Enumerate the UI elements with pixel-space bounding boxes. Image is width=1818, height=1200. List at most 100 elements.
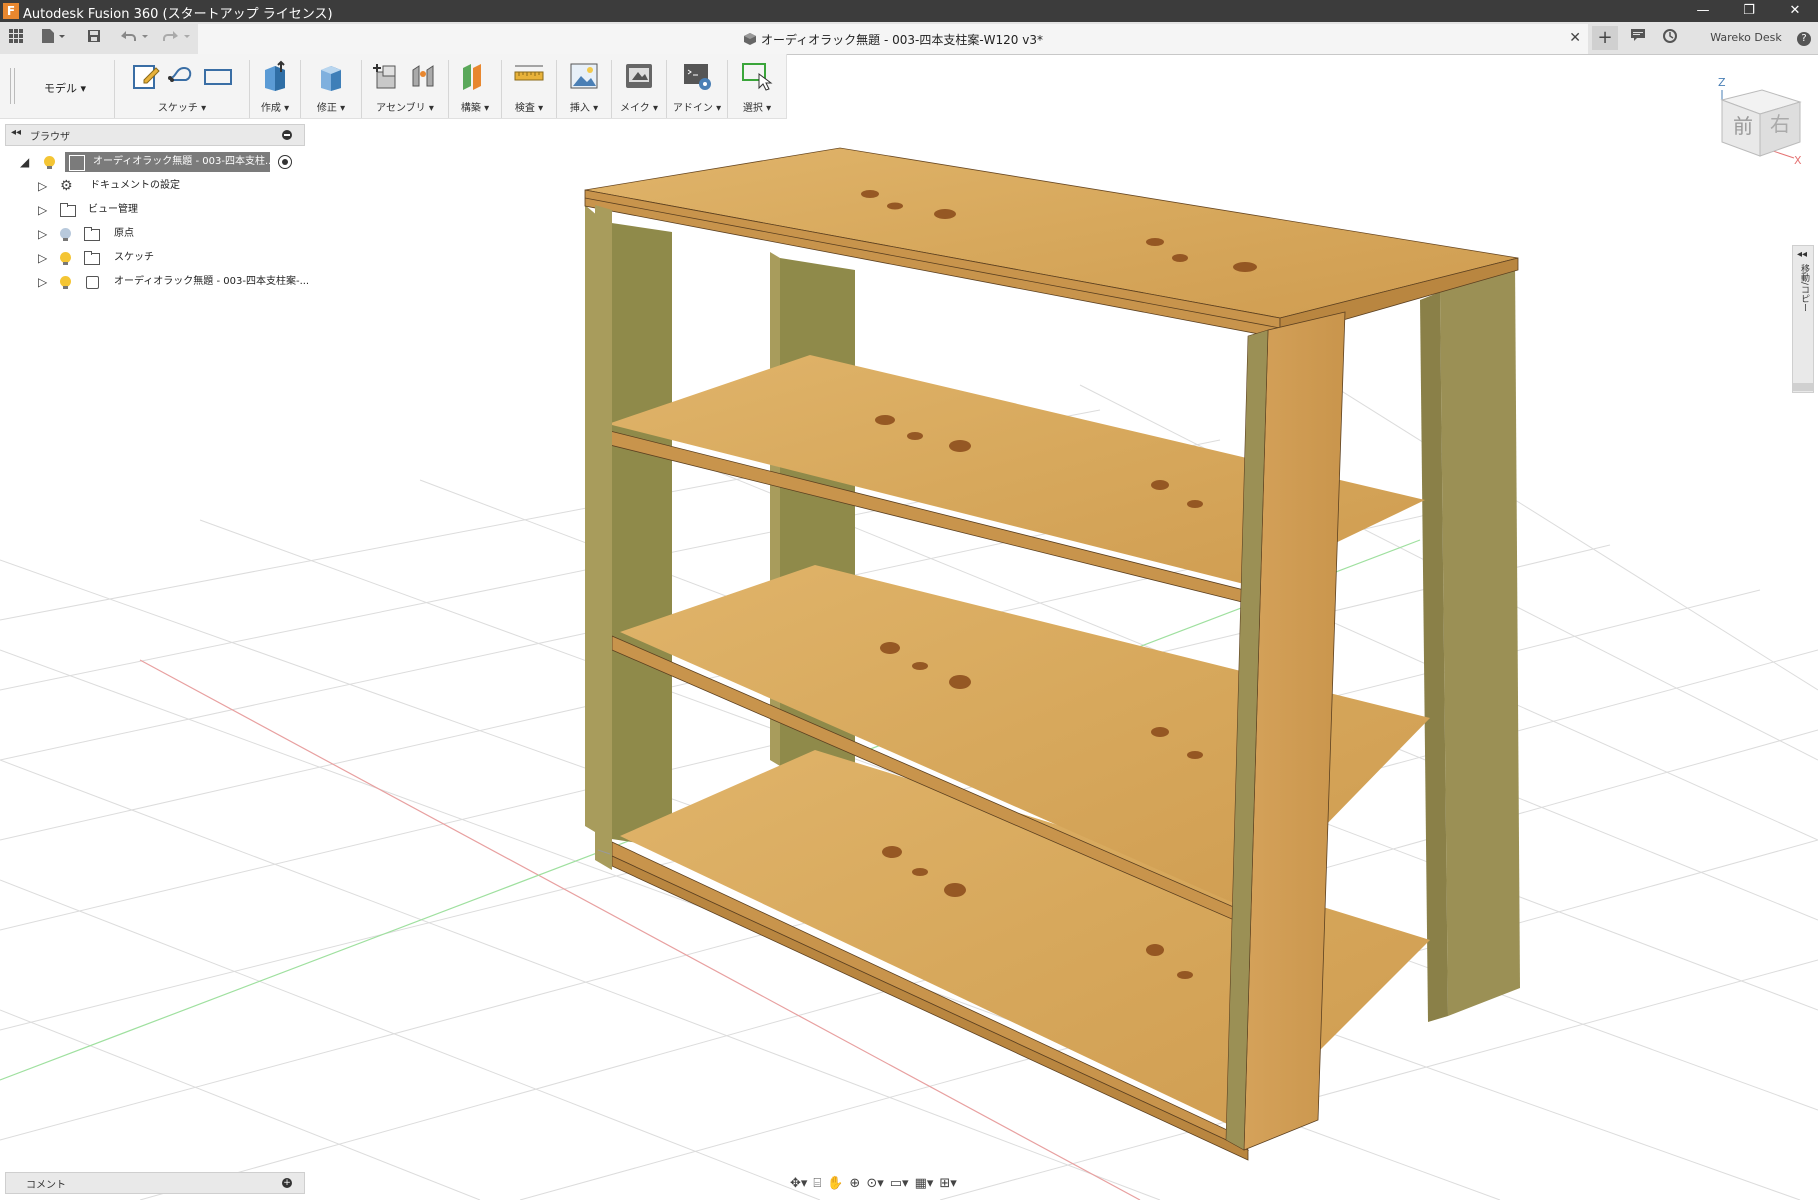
navigation-bar: ✥▾ ⌸ ✋ ⊕ ⊙▾ ▭▾ ▦▾ ⊞▾ [788,1170,1038,1196]
look-at-icon[interactable]: ⌸ [811,1176,823,1191]
extrude-icon[interactable] [259,60,291,92]
browser-item-named-views[interactable]: ▷ ビュー管理 [38,200,298,220]
folder-icon [60,203,76,217]
expand-triangle-icon[interactable]: ▷ [38,200,47,220]
measure-icon[interactable] [513,60,545,92]
file-icon[interactable] [38,28,70,48]
comments-panel[interactable]: コメント + [5,1172,305,1194]
viewcube[interactable]: Z X 前 右 [1700,70,1810,170]
component-icon [69,155,85,171]
browser-item-label: 原点 [114,228,134,239]
browser-item-sketches[interactable]: ▷ スケッチ [38,248,298,268]
offset-plane-icon[interactable] [459,60,491,92]
group-create[interactable]: 作成 ▾ [249,60,300,118]
panel-scroll-handle[interactable] [1793,383,1813,391]
redo-icon[interactable] [158,28,194,48]
notification-icon[interactable] [1628,28,1648,48]
browser-panel-header[interactable]: ◂◂ ブラウザ [5,124,305,146]
visibility-bulb-icon[interactable] [60,228,71,241]
browser-label: ブラウザ [30,132,70,143]
select-icon[interactable] [741,60,773,92]
browser-item-label: ドキュメントの設定 [90,180,180,191]
document-tab[interactable]: オーディオラック無題 - 003-四本支柱案-W120 v3* ✕ [198,24,1588,54]
undo-icon[interactable] [116,28,152,48]
restore-button[interactable]: ❐ [1726,0,1772,22]
browser-item-label: オーディオラック無題 - 003-四本支柱案-... [114,276,310,287]
group-make[interactable]: メイク ▾ [611,60,666,118]
expand-triangle-icon[interactable]: ▷ [38,248,47,268]
create-sketch-icon[interactable] [130,60,162,92]
browser-root-component[interactable]: ◢ オーディオラック無題 - 003-四本支柱... [20,152,302,172]
collapse-triangle-icon[interactable]: ◢ [20,152,29,172]
close-window-button[interactable]: ✕ [1772,0,1818,22]
scripts-addins-icon[interactable] [681,60,713,92]
browser-item-component[interactable]: ▷ オーディオラック無題 - 003-四本支柱案-... [38,272,309,292]
gear-icon: ⚙ [60,178,73,194]
group-assemble-label: アセンブリ ▾ [376,103,434,114]
visibility-bulb-icon[interactable] [44,156,55,169]
group-addins-label: アドイン ▾ [672,103,722,114]
new-tab-button[interactable]: + [1592,26,1618,50]
expand-triangle-icon[interactable]: ▷ [38,224,47,244]
job-status-icon[interactable] [1660,28,1680,48]
group-inspect-label: 検査 ▾ [514,103,544,114]
visibility-bulb-icon[interactable] [60,252,71,265]
browser-item-document-settings[interactable]: ▷ ⚙ ドキュメントの設定 [38,176,298,196]
group-assemble[interactable]: アセンブリ ▾ [361,60,448,118]
viewports-icon[interactable]: ⊞▾ [937,1176,958,1191]
body-icon [86,276,99,289]
group-select[interactable]: 選択 ▾ [727,60,786,118]
group-modify-label: 修正 ▾ [316,103,346,114]
new-component-icon[interactable] [371,60,403,92]
viewcube-front-face[interactable]: 前 [1733,110,1753,139]
close-tab-button[interactable]: ✕ [1569,30,1581,46]
joint-icon[interactable] [407,60,439,92]
pan-hand-icon[interactable]: ✋ [825,1176,845,1191]
rectangle-icon[interactable] [202,60,234,92]
document-title: オーディオラック無題 - 003-四本支柱案-W120 v3* [198,31,1588,48]
add-comment-icon[interactable]: + [282,1178,292,1188]
group-insert[interactable]: 挿入 ▾ [556,60,611,118]
root-component-label[interactable]: オーディオラック無題 - 003-四本支柱... [65,152,270,172]
group-select-label: 選択 ▾ [742,103,772,114]
grid-icon[interactable] [6,28,26,48]
grid-settings-icon[interactable]: ▦▾ [913,1176,936,1191]
expand-triangle-icon[interactable]: ▷ [38,272,47,292]
move-copy-panel-tab[interactable]: ◂◂ 移動/コピー [1792,245,1814,393]
expand-panel-icon[interactable]: ◂◂ [1797,249,1807,260]
viewcube-axis-x: X [1794,154,1802,167]
3d-print-icon[interactable] [623,60,655,92]
insert-image-icon[interactable] [568,60,600,92]
help-icon[interactable]: ? [1794,28,1814,48]
group-inspect[interactable]: 検査 ▾ [501,60,556,118]
minimize-button[interactable]: — [1680,0,1726,22]
activate-component-icon[interactable] [278,155,292,169]
line-icon[interactable] [166,60,198,92]
display-settings-icon[interactable]: ▭▾ [888,1176,911,1191]
group-make-label: メイク ▾ [620,103,658,114]
press-pull-icon[interactable] [315,60,347,92]
browser-minimize-icon[interactable] [282,130,292,140]
orbit-icon[interactable]: ✥▾ [788,1176,809,1191]
zoom-icon[interactable]: ⊕ [847,1176,862,1191]
group-addins[interactable]: アドイン ▾ [666,60,727,118]
workspace-selector[interactable]: モデル ▾ [44,80,86,96]
group-sketch[interactable]: スケッチ ▾ [114,60,249,118]
toolbar-grip[interactable] [10,68,15,104]
fit-zoom-icon[interactable]: ⊙▾ [864,1176,885,1191]
fusion-app-icon: F [3,3,19,19]
group-create-label: 作成 ▾ [260,103,290,114]
user-account-menu[interactable]: Wareko Desk [1696,28,1796,48]
group-construct-label: 構築 ▾ [460,103,490,114]
collapse-browser-icon[interactable]: ◂◂ [11,127,21,138]
viewcube-right-face[interactable]: 右 [1770,108,1790,137]
group-construct[interactable]: 構築 ▾ [448,60,501,118]
folder-icon [84,251,100,265]
expand-triangle-icon[interactable]: ▷ [38,176,47,196]
browser-item-origin[interactable]: ▷ 原点 [38,224,298,244]
tab-bar: オーディオラック無題 - 003-四本支柱案-W120 v3* ✕ + Ware… [0,22,1818,55]
group-modify[interactable]: 修正 ▾ [300,60,361,118]
save-icon[interactable] [84,28,104,48]
comments-label: コメント [26,1180,66,1191]
visibility-bulb-icon[interactable] [60,276,71,289]
